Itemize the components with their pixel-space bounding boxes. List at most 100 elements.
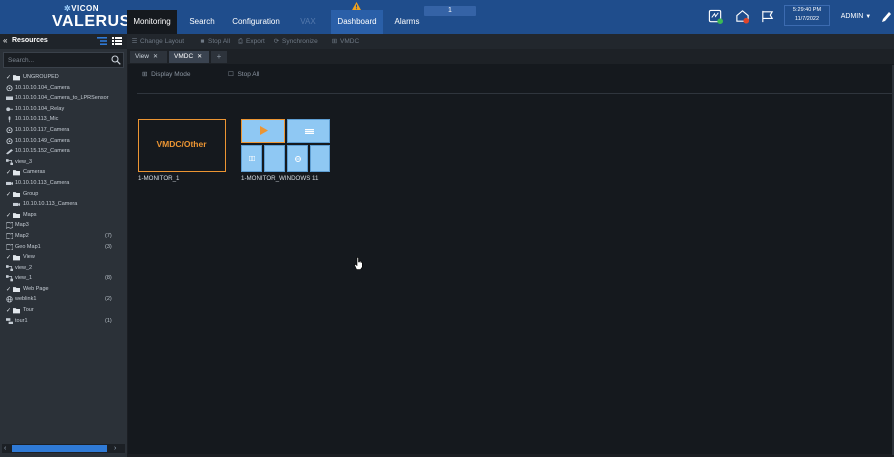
resources-title: Resources [12,37,48,44]
vmdc-button[interactable]: ⊞ VMDC [331,34,359,49]
tree-item-view[interactable]: view_3 [0,157,127,168]
tree-item-camera[interactable]: 10.10.10.117_Camera [0,125,127,136]
tree-item-box-camera[interactable]: 10.10.10.113_Camera [0,199,127,210]
bullet-camera-icon [6,149,13,155]
workspace-options: ⊞ Display Mode ☐ Stop All [128,64,894,86]
monitor-1-label: 1-MONITOR_1 [138,175,180,182]
tree-item-count: (2) [105,296,112,303]
tree-item-map[interactable]: Map2 (7) [0,231,127,242]
close-icon[interactable]: ✕ [197,54,202,60]
nav-monitoring[interactable]: Monitoring [127,10,177,34]
resource-tree: ✓ UNGROUPED 10.10.10.104_Camera 10.10.10… [0,72,127,326]
tab-view[interactable]: View ✕ [130,51,167,63]
export-icon: ⎙ [237,38,244,45]
user-menu[interactable]: ADMIN ▼ [836,8,876,25]
clock: 5:29:40 PM 11/7/2022 [786,6,828,24]
tree-folder-view[interactable]: ✓ View [0,252,127,263]
horizontal-scrollbar[interactable]: ‹ › [2,444,125,453]
tree-item-bullet-camera[interactable]: 10.10.15.152_Camera [0,146,127,157]
sync-icon: ⟳ [273,38,280,45]
export-button[interactable]: ⎙ Export [237,34,265,49]
tree-folder-group[interactable]: ✓ Group [0,189,127,200]
add-tab-button[interactable]: + [211,51,227,63]
chevron-right-icon[interactable]: › [114,444,116,453]
display-mode-button[interactable]: ⊞ Display Mode [142,69,190,81]
monitor-cell[interactable] [241,145,262,172]
folder-icon [13,308,20,314]
tree-item-label: tour1 [15,317,28,324]
tree-item-box-camera[interactable]: 10.10.10.113_Camera [0,178,127,189]
resources-header: « Resources [0,34,127,49]
tree-item-view[interactable]: view_1 (8) [0,273,127,284]
view-toolbar: ☰ Change Layout ■ Stop All ⎙ Export ⟳ Synchr… [127,34,894,49]
tree-item-label: Group [23,190,39,197]
tree-item-label: 10.10.10.149_Camera [15,137,70,144]
tree-item-camera[interactable]: 10.10.10.149_Camera [0,136,127,147]
tree-folder-ungrouped[interactable]: ✓ UNGROUPED [0,72,127,83]
tree-item-label: view_1 [15,275,33,282]
monitor-2-thumbnail[interactable] [241,119,330,172]
system-health-icon[interactable] [708,9,723,24]
nav-configuration[interactable]: Configuration [227,10,285,34]
product-name: VALERUS [52,13,131,30]
tab-vmdc[interactable]: VMDC ✕ [169,51,209,63]
tree-item-label: 10.10.10.104_Relay [15,105,65,112]
tree-view-icon[interactable] [97,37,107,45]
synchronize-button[interactable]: ⟳ Synchronize [273,34,318,49]
close-icon[interactable]: ✕ [153,54,158,60]
camera-icon [6,84,13,91]
tour-icon [6,317,13,324]
nav-alarms[interactable]: Alarms [385,10,429,34]
monitor-cell[interactable] [310,145,330,172]
tree-item-label: Map2 [15,232,29,239]
tree-item-weblink[interactable]: weblink1 (2) [0,294,127,305]
nav-dashboard[interactable]: Dashboard [331,10,383,34]
tree-item-map[interactable]: Geo Map1 (3) [0,242,127,253]
tree-item-label: 10.10.15.152_Camera [15,148,70,155]
alarm-count-tab[interactable]: 1 [424,6,476,16]
flag-icon[interactable] [760,9,775,24]
tree-item-count: (8) [105,275,112,282]
monitor-1-thumbnail[interactable]: VMDC/Other [138,119,226,172]
tree-item-lpr-sensor[interactable]: 10.10.10.104_Camera_to_LPRSensor [0,93,127,104]
tree-folder-maps[interactable]: ✓ Maps [0,210,127,221]
stop-all-button[interactable]: ■ Stop All [199,34,231,49]
collapse-panel-icon[interactable]: « [3,36,7,45]
tree-item-map[interactable]: Map3 [0,220,127,231]
clock-time: 5:29:40 PM [792,7,822,13]
monitor-cell[interactable] [287,145,308,172]
layout-icon: ☰ [131,38,138,45]
tree-item-tour[interactable]: tour1 (1) [0,316,127,327]
globe-icon [295,156,301,162]
list-view-icon[interactable] [112,37,122,45]
tree-folder-cameras[interactable]: ✓ Cameras [0,167,127,178]
scrollbar-thumb[interactable] [12,445,107,452]
divider [137,93,892,94]
nav-search[interactable]: Search [179,10,225,34]
tree-item-camera[interactable]: 10.10.10.104_Camera [0,83,127,94]
search-input[interactable] [8,55,104,66]
monitor-cell-selected[interactable] [241,119,285,143]
folder-icon [13,170,20,176]
stop-all-toggle[interactable]: ☐ Stop All [228,69,260,81]
notifications-icon[interactable] [735,9,750,24]
tree-item-mic[interactable]: 10.10.10.113_Mic [0,114,127,125]
search-icon[interactable] [111,55,121,65]
tree-item-label: View [23,254,35,261]
folder-icon [13,75,20,81]
monitor-2-label: 1-MONITOR_WINDOWS 11 [241,175,319,182]
user-name: ADMIN [840,13,864,20]
pencil-icon[interactable] [880,10,892,24]
tree-item-view[interactable]: view_2 [0,263,127,274]
warning-icon [352,2,361,10]
monitor-cell[interactable] [264,145,285,172]
chevron-left-icon[interactable]: ‹ [4,444,6,453]
monitor-cell[interactable] [287,119,330,143]
tree-item-label: view_3 [15,158,33,165]
stop-icon: ■ [200,38,205,45]
tree-folder-web-page[interactable]: ✓ Web Page [0,284,127,295]
change-layout-button[interactable]: ☰ Change Layout [131,34,185,49]
tree-folder-tour[interactable]: ✓ Tour [0,305,127,316]
tree-item-relay[interactable]: 10.10.10.104_Relay [0,104,127,115]
tree-item-count: (7) [105,232,112,239]
